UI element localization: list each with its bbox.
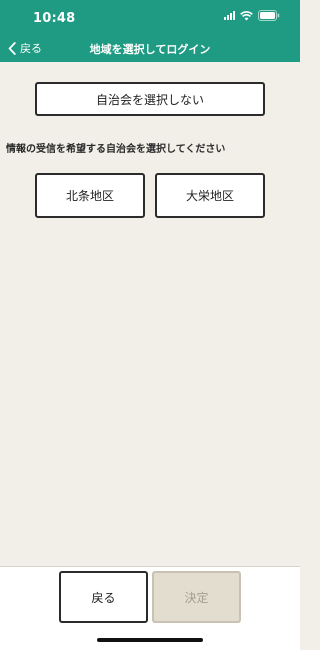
status-icons <box>224 10 280 21</box>
back-button[interactable]: 戻る <box>59 571 148 623</box>
screen: 10:48 戻る 地域を選択してログイン 自治会を選択しない 情報の受信を希望す… <box>0 0 300 650</box>
area-button-daiei[interactable]: 大栄地区 <box>155 173 265 218</box>
confirm-button[interactable]: 決定 <box>152 571 241 623</box>
page-title: 地域を選択してログイン <box>89 43 211 56</box>
area-button-hojo[interactable]: 北条地区 <box>35 173 145 218</box>
no-association-button[interactable]: 自治会を選択しない <box>35 82 265 116</box>
instruction-text: 情報の受信を希望する自治会を選択してください <box>6 144 226 155</box>
battery-icon <box>258 10 280 21</box>
wifi-icon <box>240 10 253 21</box>
home-indicator[interactable] <box>97 638 203 642</box>
header: 10:48 戻る 地域を選択してログイン <box>0 0 300 62</box>
status-time: 10:48 <box>33 11 76 26</box>
signal-icon <box>224 11 235 20</box>
